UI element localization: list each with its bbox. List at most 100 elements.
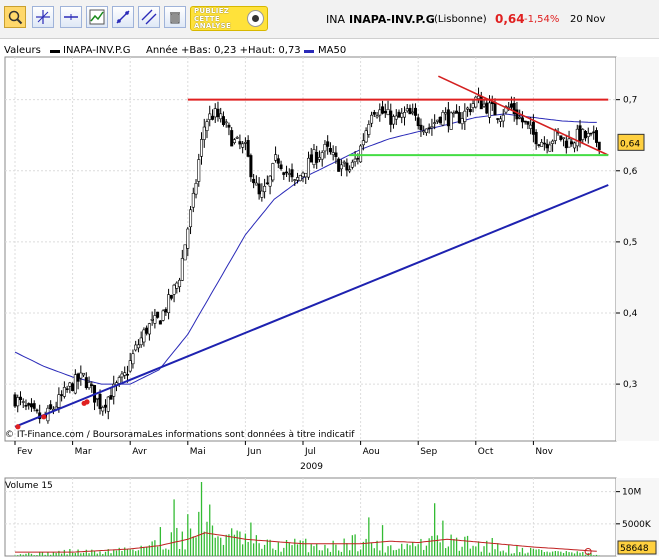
candle-body (287, 173, 291, 175)
candle-body (306, 157, 310, 178)
candle-body (564, 140, 568, 149)
candle-body (367, 124, 371, 135)
candle-body (241, 143, 245, 148)
candle-body (230, 130, 234, 147)
candle-body (194, 183, 198, 195)
candle-body (498, 118, 502, 122)
candle-body (479, 95, 483, 110)
candle-body (370, 114, 374, 124)
candle-body (531, 121, 535, 135)
candle-body (98, 393, 102, 409)
candle-body (408, 107, 412, 115)
candle-body (573, 142, 577, 149)
candle-body (156, 311, 160, 318)
candle-body (208, 113, 212, 120)
candle-body (27, 403, 31, 406)
candle-body (254, 182, 258, 186)
candle-body (136, 344, 140, 349)
year-label: 2009 (300, 462, 323, 472)
candle-body (397, 111, 401, 118)
candle-body (452, 112, 456, 115)
candle-body (320, 152, 324, 160)
candle-body (430, 126, 434, 129)
candle-body (589, 132, 593, 135)
month-label: Sep (420, 447, 437, 457)
candle-body (263, 185, 267, 193)
candle-body (145, 327, 149, 334)
candle-body (586, 133, 590, 138)
candle-body (172, 284, 176, 295)
candle-body (183, 244, 187, 261)
month-label: Nov (535, 447, 553, 457)
candle-body (147, 323, 151, 335)
candle-body (180, 258, 184, 281)
candle-body (60, 394, 64, 396)
candle-body (449, 112, 453, 130)
volume-tick-label: 10M (622, 488, 641, 498)
candle-body (567, 138, 571, 148)
candle-body (169, 295, 173, 299)
candle-body (455, 110, 459, 114)
candle-body (82, 372, 86, 376)
last-price-badge-label: 0,64 (620, 139, 640, 149)
candle-body (559, 135, 563, 140)
touch-point (84, 399, 90, 405)
candle-body (13, 394, 17, 407)
candle-body (488, 102, 492, 118)
volume-title: Volume 15 (5, 481, 53, 491)
candle-body (446, 109, 450, 127)
candle-body (18, 396, 22, 401)
candle-body (134, 344, 138, 351)
candle-body (419, 124, 423, 131)
candle-body (463, 110, 467, 122)
candle-body (271, 163, 275, 181)
candle-body (142, 329, 146, 343)
month-label: Aou (363, 447, 380, 457)
candle-body (257, 183, 261, 195)
candle-body (339, 164, 343, 170)
candle-body (202, 126, 206, 140)
candle-body (101, 407, 105, 412)
candle-body (260, 190, 264, 198)
month-label: Avr (132, 447, 147, 457)
candle-body (128, 360, 132, 372)
candle-body (71, 383, 75, 392)
candle-body (562, 137, 566, 140)
candle-body (62, 387, 66, 397)
candle-body (224, 121, 228, 124)
price-tick-label: 0,5 (623, 238, 637, 248)
candle-body (334, 152, 338, 157)
candle-body (416, 117, 420, 127)
candle-body (104, 404, 108, 408)
candle-body (441, 112, 445, 126)
candle-body (493, 101, 497, 116)
candle-body (435, 119, 439, 122)
candle-body (216, 108, 220, 118)
month-label: Mar (75, 447, 92, 457)
candle-body (205, 121, 209, 131)
candle-body (90, 384, 94, 386)
candle-body (309, 154, 313, 163)
candle-body (575, 128, 579, 147)
candle-body (68, 382, 72, 387)
candle-body (150, 318, 154, 321)
candle-body (282, 172, 286, 175)
candle-body (578, 125, 582, 142)
touch-point (15, 424, 21, 430)
candle-body (221, 116, 225, 125)
candle-body (460, 118, 464, 125)
candle-body (95, 397, 99, 400)
candle-body (317, 157, 321, 160)
candle-body (537, 144, 541, 146)
candle-body (191, 193, 195, 208)
candle-body (35, 409, 39, 412)
candle-body (290, 169, 294, 178)
candle-body (125, 373, 129, 376)
candle-body (213, 108, 217, 118)
candle-body (542, 142, 546, 145)
candle-body (200, 139, 204, 157)
candle-body (518, 116, 522, 119)
candle-body (219, 113, 223, 120)
candle-body (364, 130, 368, 143)
candle-body (551, 140, 555, 144)
